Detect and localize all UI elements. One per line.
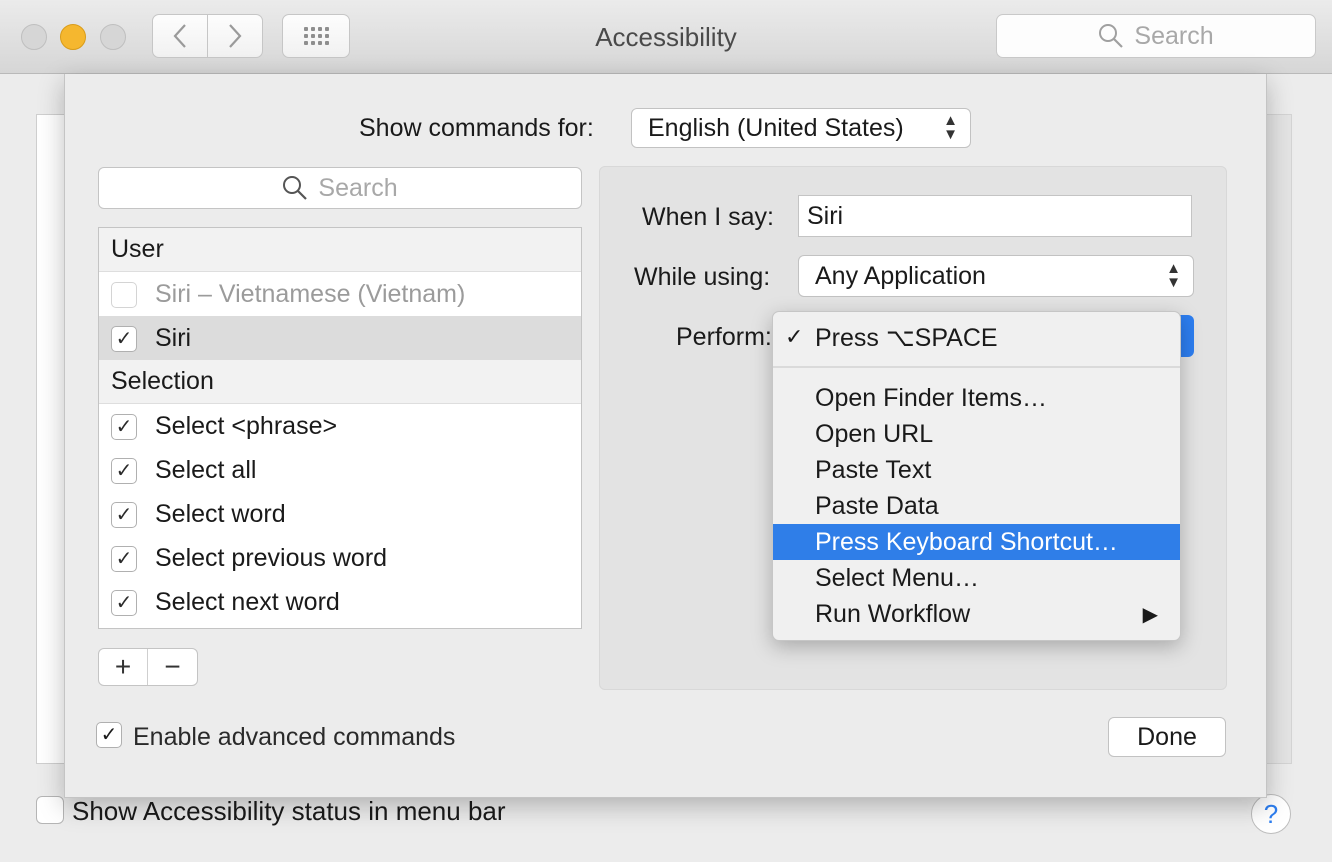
menu-item-label: Press ⌥SPACE <box>815 324 998 352</box>
menu-item-current[interactable]: ✓ Press ⌥SPACE <box>773 320 1180 356</box>
command-search-field[interactable]: Search <box>98 167 582 209</box>
background-sidebar <box>36 114 66 764</box>
when-i-say-field[interactable]: Siri <box>798 195 1192 237</box>
window-search-field[interactable]: Search <box>996 14 1316 58</box>
updown-arrows-icon: ▲ ▼ <box>1166 260 1181 291</box>
show-commands-label: Show commands for: <box>359 114 594 142</box>
updown-arrows-icon: ▲ ▼ <box>943 112 958 143</box>
when-i-say-label: When I say: <box>642 203 774 231</box>
remove-command-button[interactable]: − <box>148 649 197 685</box>
while-using-label: While using: <box>634 263 771 291</box>
checkmark-icon: ✓ <box>785 324 804 349</box>
while-using-select[interactable]: Any Application ▲ ▼ <box>798 255 1194 297</box>
menu-item-open-finder-items[interactable]: Open Finder Items… <box>773 380 1180 416</box>
list-item[interactable]: ✓ Select previous word <box>99 536 581 580</box>
language-value: English (United States) <box>648 113 904 142</box>
command-checkbox[interactable]: ✓ <box>111 458 137 484</box>
search-icon <box>283 176 308 200</box>
command-list: User Siri – Vietnamese (Vietnam) ✓ Siri … <box>98 227 582 629</box>
command-checkbox[interactable]: ✓ <box>111 326 137 352</box>
triangle-right-icon: ▶ <box>1142 604 1158 626</box>
command-label: Select all <box>155 455 257 484</box>
menu-item-paste-text[interactable]: Paste Text <box>773 452 1180 488</box>
command-checkbox[interactable]: ✓ <box>111 546 137 572</box>
list-item[interactable]: ✓ Siri <box>99 316 581 360</box>
command-label: Siri – Vietnamese (Vietnam) <box>155 279 466 308</box>
title-bar: Accessibility Search <box>0 0 1332 74</box>
command-label: Select next word <box>155 587 340 616</box>
perform-label: Perform: <box>676 323 772 351</box>
done-button[interactable]: Done <box>1108 717 1226 757</box>
group-header-user: User <box>99 228 581 272</box>
command-search-placeholder: Search <box>318 173 398 202</box>
list-item[interactable]: ✓ Select all <box>99 448 581 492</box>
list-item[interactable]: Siri – Vietnamese (Vietnam) <box>99 272 581 316</box>
command-checkbox[interactable]: ✓ <box>111 414 137 440</box>
menu-item-run-workflow[interactable]: Run Workflow ▶ <box>773 596 1180 632</box>
menu-item-paste-data[interactable]: Paste Data <box>773 488 1180 524</box>
list-item[interactable]: ✓ Select <phrase> <box>99 404 581 448</box>
status-menu-label: Show Accessibility status in menu bar <box>72 796 506 826</box>
language-select[interactable]: English (United States) ▲ ▼ <box>631 108 971 148</box>
command-label: Select <phrase> <box>155 411 338 440</box>
perform-popup-menu: ✓ Press ⌥SPACE Open Finder Items… Open U… <box>772 311 1181 641</box>
enable-advanced-label: Enable advanced commands <box>133 723 456 751</box>
menu-separator <box>773 366 1180 368</box>
menu-item-label: Run Workflow <box>815 599 971 628</box>
menu-item-press-keyboard-shortcut[interactable]: Press Keyboard Shortcut… <box>773 524 1180 560</box>
add-remove-control: + − <box>98 648 198 686</box>
while-using-value: Any Application <box>815 261 986 290</box>
search-icon <box>1099 24 1124 48</box>
menu-item-open-url[interactable]: Open URL <box>773 416 1180 452</box>
help-button[interactable]: ? <box>1251 794 1291 834</box>
command-label: Siri <box>155 323 192 352</box>
command-checkbox[interactable]: ✓ <box>111 590 137 616</box>
list-item[interactable]: ✓ Select word <box>99 492 581 536</box>
command-checkbox[interactable] <box>111 282 137 308</box>
add-command-button[interactable]: + <box>99 649 149 685</box>
list-item[interactable]: ✓ Select next word <box>99 580 581 624</box>
command-checkbox[interactable]: ✓ <box>111 502 137 528</box>
command-label: Select word <box>155 499 286 528</box>
group-header-selection: Selection <box>99 360 581 404</box>
window-search-placeholder: Search <box>1134 21 1214 50</box>
status-menu-checkbox[interactable] <box>36 796 64 824</box>
menu-item-select-menu[interactable]: Select Menu… <box>773 560 1180 596</box>
command-label: Select previous word <box>155 543 388 572</box>
enable-advanced-checkbox[interactable]: ✓ <box>96 722 122 748</box>
